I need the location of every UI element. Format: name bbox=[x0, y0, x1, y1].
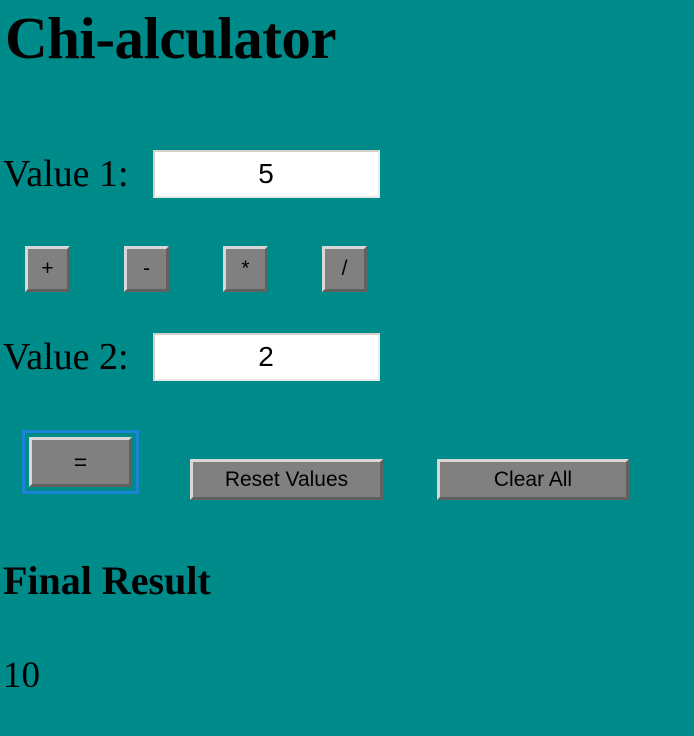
clear-all-button[interactable]: Clear All bbox=[437, 459, 629, 500]
equals-icon: = bbox=[73, 448, 88, 475]
value1-input[interactable] bbox=[152, 150, 380, 198]
equals-button[interactable]: = bbox=[29, 437, 132, 487]
operator-subtract-button[interactable]: - bbox=[124, 246, 169, 292]
slash-icon: / bbox=[341, 256, 348, 280]
minus-icon: - bbox=[143, 256, 150, 280]
value2-row: Value 2: bbox=[3, 333, 380, 381]
reset-values-button[interactable]: Reset Values bbox=[190, 459, 383, 500]
plus-icon: + bbox=[41, 256, 54, 280]
reset-values-label: Reset Values bbox=[224, 467, 349, 491]
page-title: Chi-alculator bbox=[5, 5, 337, 71]
equals-focus-ring: = bbox=[22, 430, 139, 494]
operator-multiply-button[interactable]: * bbox=[223, 246, 268, 292]
clear-all-label: Clear All bbox=[493, 467, 573, 491]
value1-label: Value 1: bbox=[3, 153, 129, 195]
value2-label: Value 2: bbox=[3, 336, 129, 378]
result-value: 10 bbox=[3, 655, 40, 696]
calculator-page: Chi-alculator Value 1: + - * / Value 2: … bbox=[0, 0, 694, 736]
value1-row: Value 1: bbox=[3, 150, 380, 198]
operator-divide-button[interactable]: / bbox=[322, 246, 367, 292]
result-heading: Final Result bbox=[3, 558, 211, 603]
asterisk-icon: * bbox=[241, 256, 250, 280]
value2-input[interactable] bbox=[152, 333, 380, 381]
operator-add-button[interactable]: + bbox=[25, 246, 70, 292]
